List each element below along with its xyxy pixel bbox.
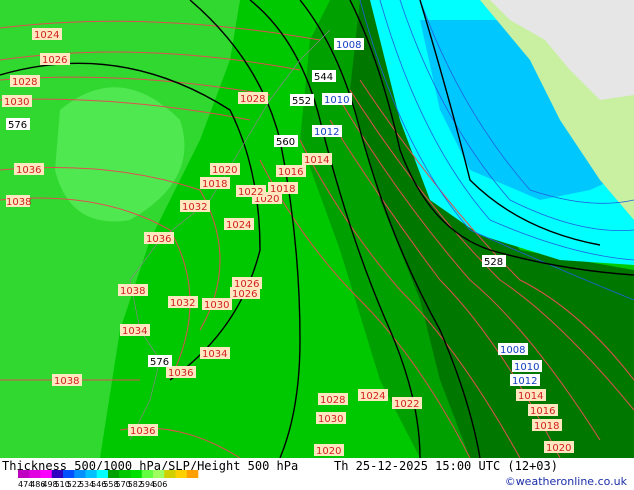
- slp-label: 1034: [202, 349, 227, 360]
- valid-time: Th 25-12-2025 15:00 UTC (12+03): [334, 459, 558, 473]
- scale-tick: 498: [42, 480, 58, 489]
- scale-cell: [153, 470, 165, 478]
- footer-bar: Thickness 500/1000 hPa/SLP/Height 500 hP…: [0, 458, 634, 490]
- height-label: 552: [292, 96, 311, 107]
- slp-label: 1020: [316, 446, 341, 457]
- slp-label: 1018: [202, 179, 227, 190]
- scale-tick: 546: [91, 480, 107, 489]
- scale-cell: [29, 470, 41, 478]
- scale-cell: [130, 470, 143, 478]
- slp-label: 1028: [12, 77, 37, 88]
- scale-tick: 582: [127, 480, 143, 489]
- slp-label: 1034: [122, 326, 147, 337]
- scale-cell: [175, 470, 188, 478]
- slp-label: 1024: [34, 30, 59, 41]
- scale-tick: 522: [66, 480, 83, 489]
- scale-tick: 486: [30, 480, 46, 489]
- scale-ticks: 474486498510522534546558570582594606: [18, 480, 168, 489]
- slp-label: 1014: [304, 155, 329, 166]
- slp-label: 1016: [530, 406, 555, 417]
- scale-cell: [164, 470, 176, 478]
- weather-map: 1024 1026 1028 1030 1036 1038 1036 1038 …: [0, 0, 634, 458]
- slp-label: 1020: [546, 443, 571, 454]
- slp-label: 1012: [512, 376, 537, 387]
- scale-tick: 510: [54, 480, 70, 489]
- scale-cell: [18, 470, 30, 478]
- slp-label: 1020: [212, 165, 237, 176]
- slp-label: 1038: [120, 286, 145, 297]
- slp-label: 1022: [238, 187, 263, 198]
- slp-label: 1014: [518, 391, 543, 402]
- slp-label: 1008: [500, 345, 525, 356]
- scale-tick: 474: [18, 480, 34, 489]
- slp-label: 1036: [168, 368, 193, 379]
- scale-cell: [51, 470, 64, 478]
- slp-label: 1024: [226, 220, 251, 231]
- scale-tick: 534: [78, 480, 95, 489]
- slp-label: 1038: [54, 376, 79, 387]
- slp-label: 1016: [278, 167, 303, 178]
- slp-label: 1018: [270, 184, 295, 195]
- credit-link[interactable]: ©weatheronline.co.uk: [505, 475, 627, 488]
- slp-label: 1026: [232, 289, 257, 300]
- slp-label: 1036: [146, 234, 171, 245]
- scale-cell: [74, 470, 86, 478]
- scale-cell: [186, 470, 199, 478]
- scale-tick: 570: [115, 480, 131, 489]
- scale-cell: [40, 470, 53, 478]
- slp-label: 1032: [182, 202, 207, 213]
- height-label: 544: [314, 72, 333, 83]
- slp-label: 1030: [204, 300, 229, 311]
- slp-label: 1022: [394, 399, 419, 410]
- scale-tick: 606: [152, 480, 168, 489]
- slp-label: 1032: [170, 298, 195, 309]
- slp-label: 1024: [360, 391, 385, 402]
- scale-tick: 558: [103, 480, 119, 489]
- slp-label: 1030: [318, 414, 343, 425]
- slp-label: 1010: [514, 362, 539, 373]
- slp-label: 1038: [6, 197, 31, 208]
- height-label: 528: [484, 257, 503, 268]
- scale-cell: [85, 470, 98, 478]
- slp-label: 1012: [314, 127, 339, 138]
- slp-label: 1030: [4, 97, 29, 108]
- scale-cell: [96, 470, 109, 478]
- slp-label: 1036: [130, 426, 155, 437]
- slp-label: 1028: [320, 395, 345, 406]
- height-label: 576: [8, 120, 27, 131]
- scale-cell: [141, 470, 154, 478]
- height-label: 576: [150, 357, 169, 368]
- slp-label: 1028: [240, 94, 265, 105]
- scale-cell: [119, 470, 131, 478]
- scale-tick: 594: [139, 480, 156, 489]
- color-scale: [18, 470, 199, 478]
- slp-label: 1010: [324, 95, 349, 106]
- slp-label: 1008: [336, 40, 361, 51]
- slp-label: 1018: [534, 421, 559, 432]
- scale-cell: [63, 470, 75, 478]
- scale-cell: [108, 470, 120, 478]
- slp-label: 1036: [16, 165, 41, 176]
- slp-label: 1026: [42, 55, 67, 66]
- height-label: 560: [276, 137, 295, 148]
